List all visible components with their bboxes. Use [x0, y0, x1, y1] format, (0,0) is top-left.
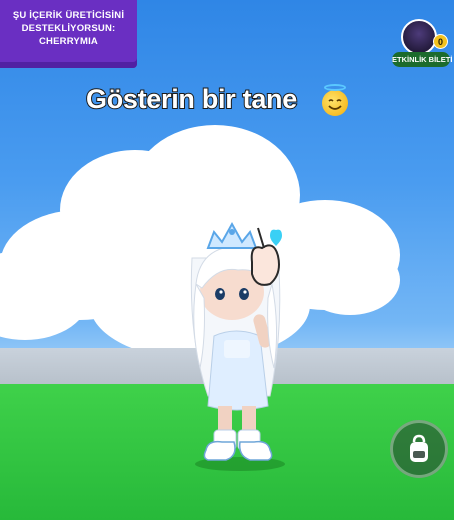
event-ticket-count: 0 [433, 34, 448, 49]
cloud [300, 245, 400, 315]
avatar-tiara [206, 221, 258, 249]
game-scene [0, 0, 454, 520]
creator-name: CHERRYMIA [39, 36, 98, 47]
event-ticket-label: ETKİNLİK BİLETİ [392, 52, 452, 67]
player-avatar[interactable] [178, 218, 298, 470]
avatar-hand [250, 244, 280, 286]
avatar-shoe-right [238, 440, 273, 461]
backpack-icon [410, 434, 428, 462]
event-ticket-button[interactable]: 0 ETKİNLİK BİLETİ [392, 16, 452, 68]
backpack-button[interactable] [390, 420, 448, 478]
creator-badge-line2: DESTEKLİYORSUN: [21, 23, 116, 34]
heart-sign-icon [270, 229, 282, 246]
video-caption: Gösterin bir tane [85, 82, 366, 120]
creator-badge-line1: ŞU İÇERİK ÜRETİCİSİNİ [12, 10, 125, 21]
smiling-face-with-halo-icon [322, 84, 348, 116]
event-avatar-icon [401, 19, 437, 55]
creator-support-badge[interactable]: ŞU İÇERİK ÜRETİCİSİNİ DESTEKLİYORSUN: CH… [0, 0, 137, 68]
avatar-shoe-left [203, 440, 236, 461]
caption-text: Gösterin bir tane [85, 83, 298, 115]
